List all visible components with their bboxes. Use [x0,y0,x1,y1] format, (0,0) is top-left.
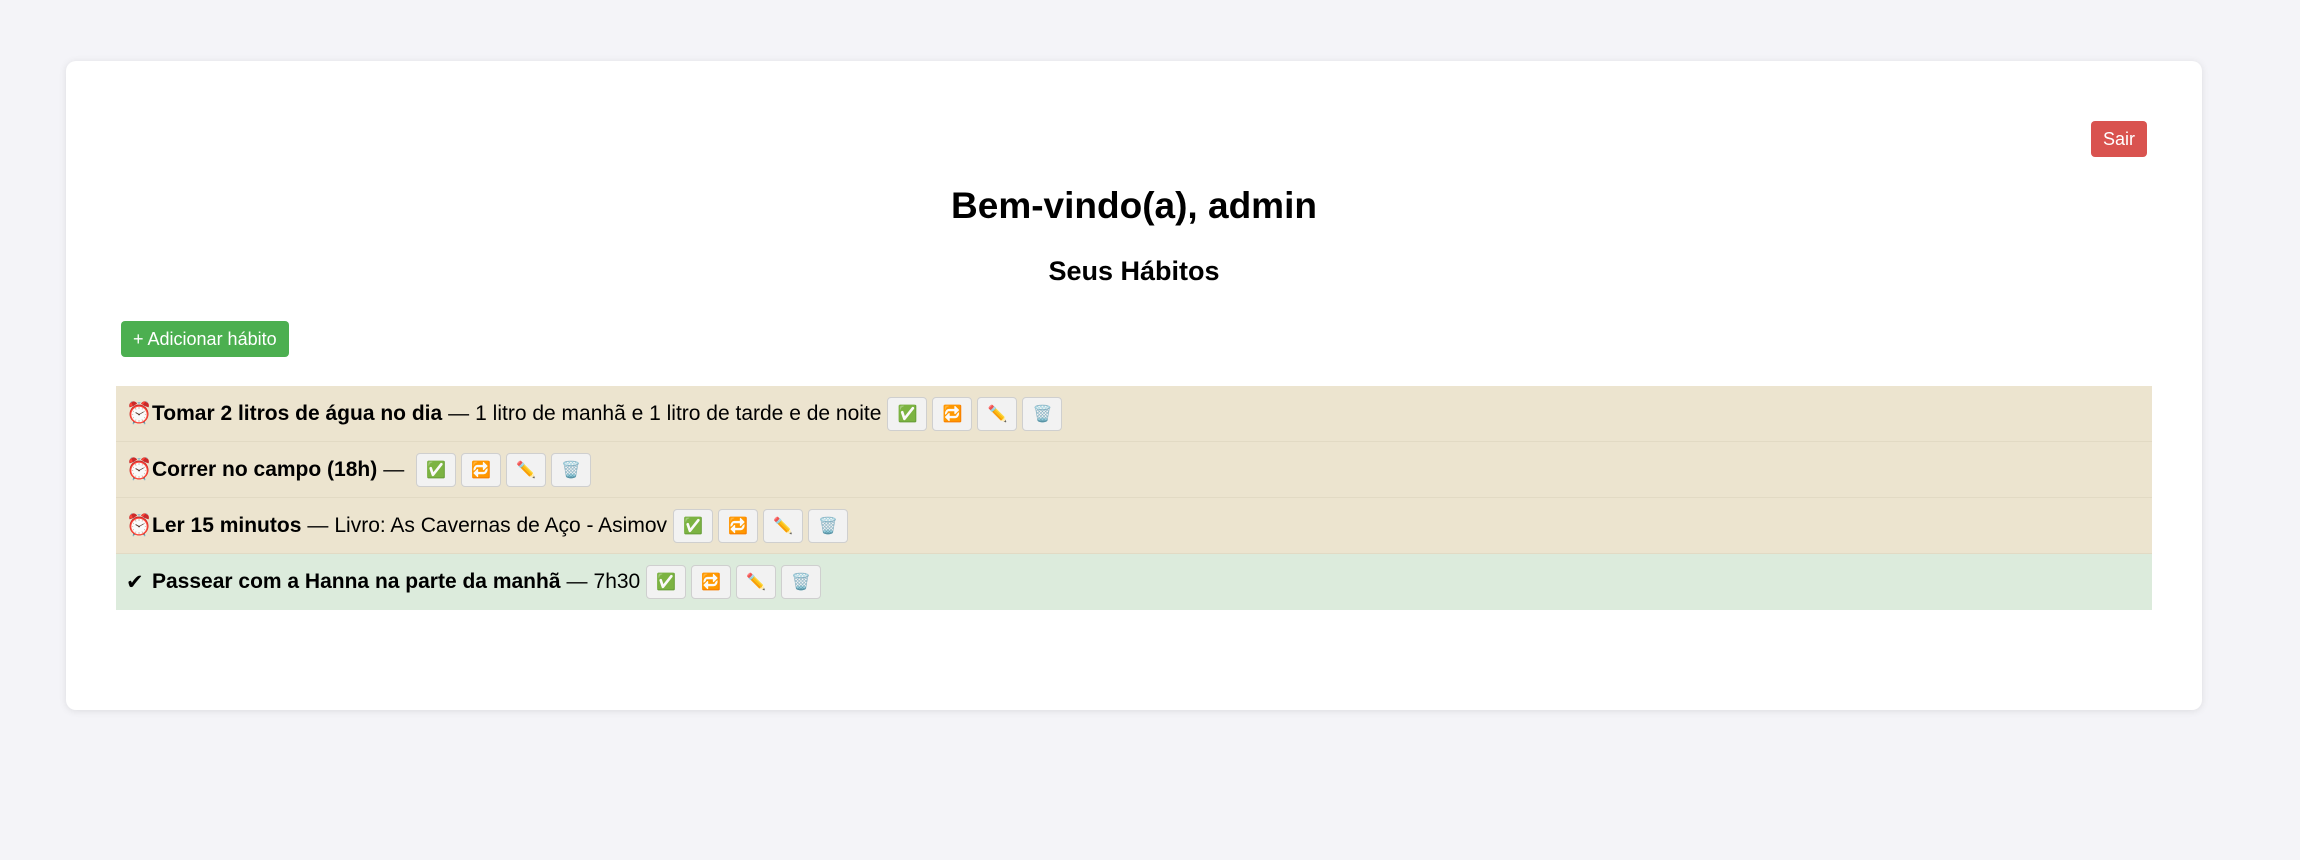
habit-row: ⏰ Ler 15 minutos — Livro: As Cavernas de… [116,498,2152,554]
separator: — [307,513,329,537]
delete-button[interactable]: 🗑️ [808,508,849,543]
habit-actions: ✅ 🔁 ✏️ 🗑️ [416,452,596,487]
habit-actions: ✅ 🔁 ✏️ 🗑️ [646,565,826,599]
habit-row: ⏰ Correr no campo (18h) — ✅ 🔁 ✏️ 🗑️ [116,442,2152,498]
habit-row-done: ✔ Passear com a Hanna na parte da manhã … [116,554,2152,610]
alarm-icon: ⏰ [126,401,153,425]
habit-name: Tomar 2 litros de água no dia [152,401,443,425]
complete-button[interactable]: ✅ [646,565,687,599]
check-icon: ✔ [126,570,144,594]
edit-button[interactable]: ✏️ [506,452,547,487]
edit-button[interactable]: ✏️ [763,508,804,543]
delete-button[interactable]: 🗑️ [1022,396,1063,431]
complete-button[interactable]: ✅ [673,508,714,543]
separator: — [448,401,470,425]
habit-description: 1 litro de manhã e 1 litro de tarde e de… [475,401,882,425]
page-title: Bem-vindo(a), admin [951,185,1317,226]
edit-button[interactable]: ✏️ [736,565,777,599]
add-habit-button[interactable]: + Adicionar hábito [121,321,289,357]
habit-description: 7h30 [593,570,641,593]
habit-actions: ✅ 🔁 ✏️ 🗑️ [673,508,853,543]
separator: — [383,457,405,481]
habit-name: Ler 15 minutos [152,513,302,537]
complete-button[interactable]: ✅ [416,452,457,487]
alarm-icon: ⏰ [126,513,153,537]
alarm-icon: ⏰ [126,457,153,481]
habit-row: ⏰ Tomar 2 litros de água no dia — 1 litr… [116,386,2152,442]
habit-description: Livro: As Cavernas de Aço - Asimov [334,513,668,537]
habit-name: Correr no campo (18h) [152,457,378,481]
repeat-button[interactable]: 🔁 [691,565,732,599]
habit-list: ⏰ Tomar 2 litros de água no dia — 1 litr… [116,386,2152,610]
edit-button[interactable]: ✏️ [977,396,1018,431]
complete-button[interactable]: ✅ [887,396,928,431]
habit-actions: ✅ 🔁 ✏️ 🗑️ [887,396,1067,431]
habit-name: Passear com a Hanna na parte da manhã [152,570,561,593]
delete-button[interactable]: 🗑️ [781,565,822,599]
separator: — [566,570,588,593]
logout-button[interactable]: Sair [2091,121,2147,157]
delete-button[interactable]: 🗑️ [551,452,592,487]
repeat-button[interactable]: 🔁 [932,396,973,431]
repeat-button[interactable]: 🔁 [718,508,759,543]
section-title: Seus Hábitos [1048,256,1220,286]
repeat-button[interactable]: 🔁 [461,452,502,487]
